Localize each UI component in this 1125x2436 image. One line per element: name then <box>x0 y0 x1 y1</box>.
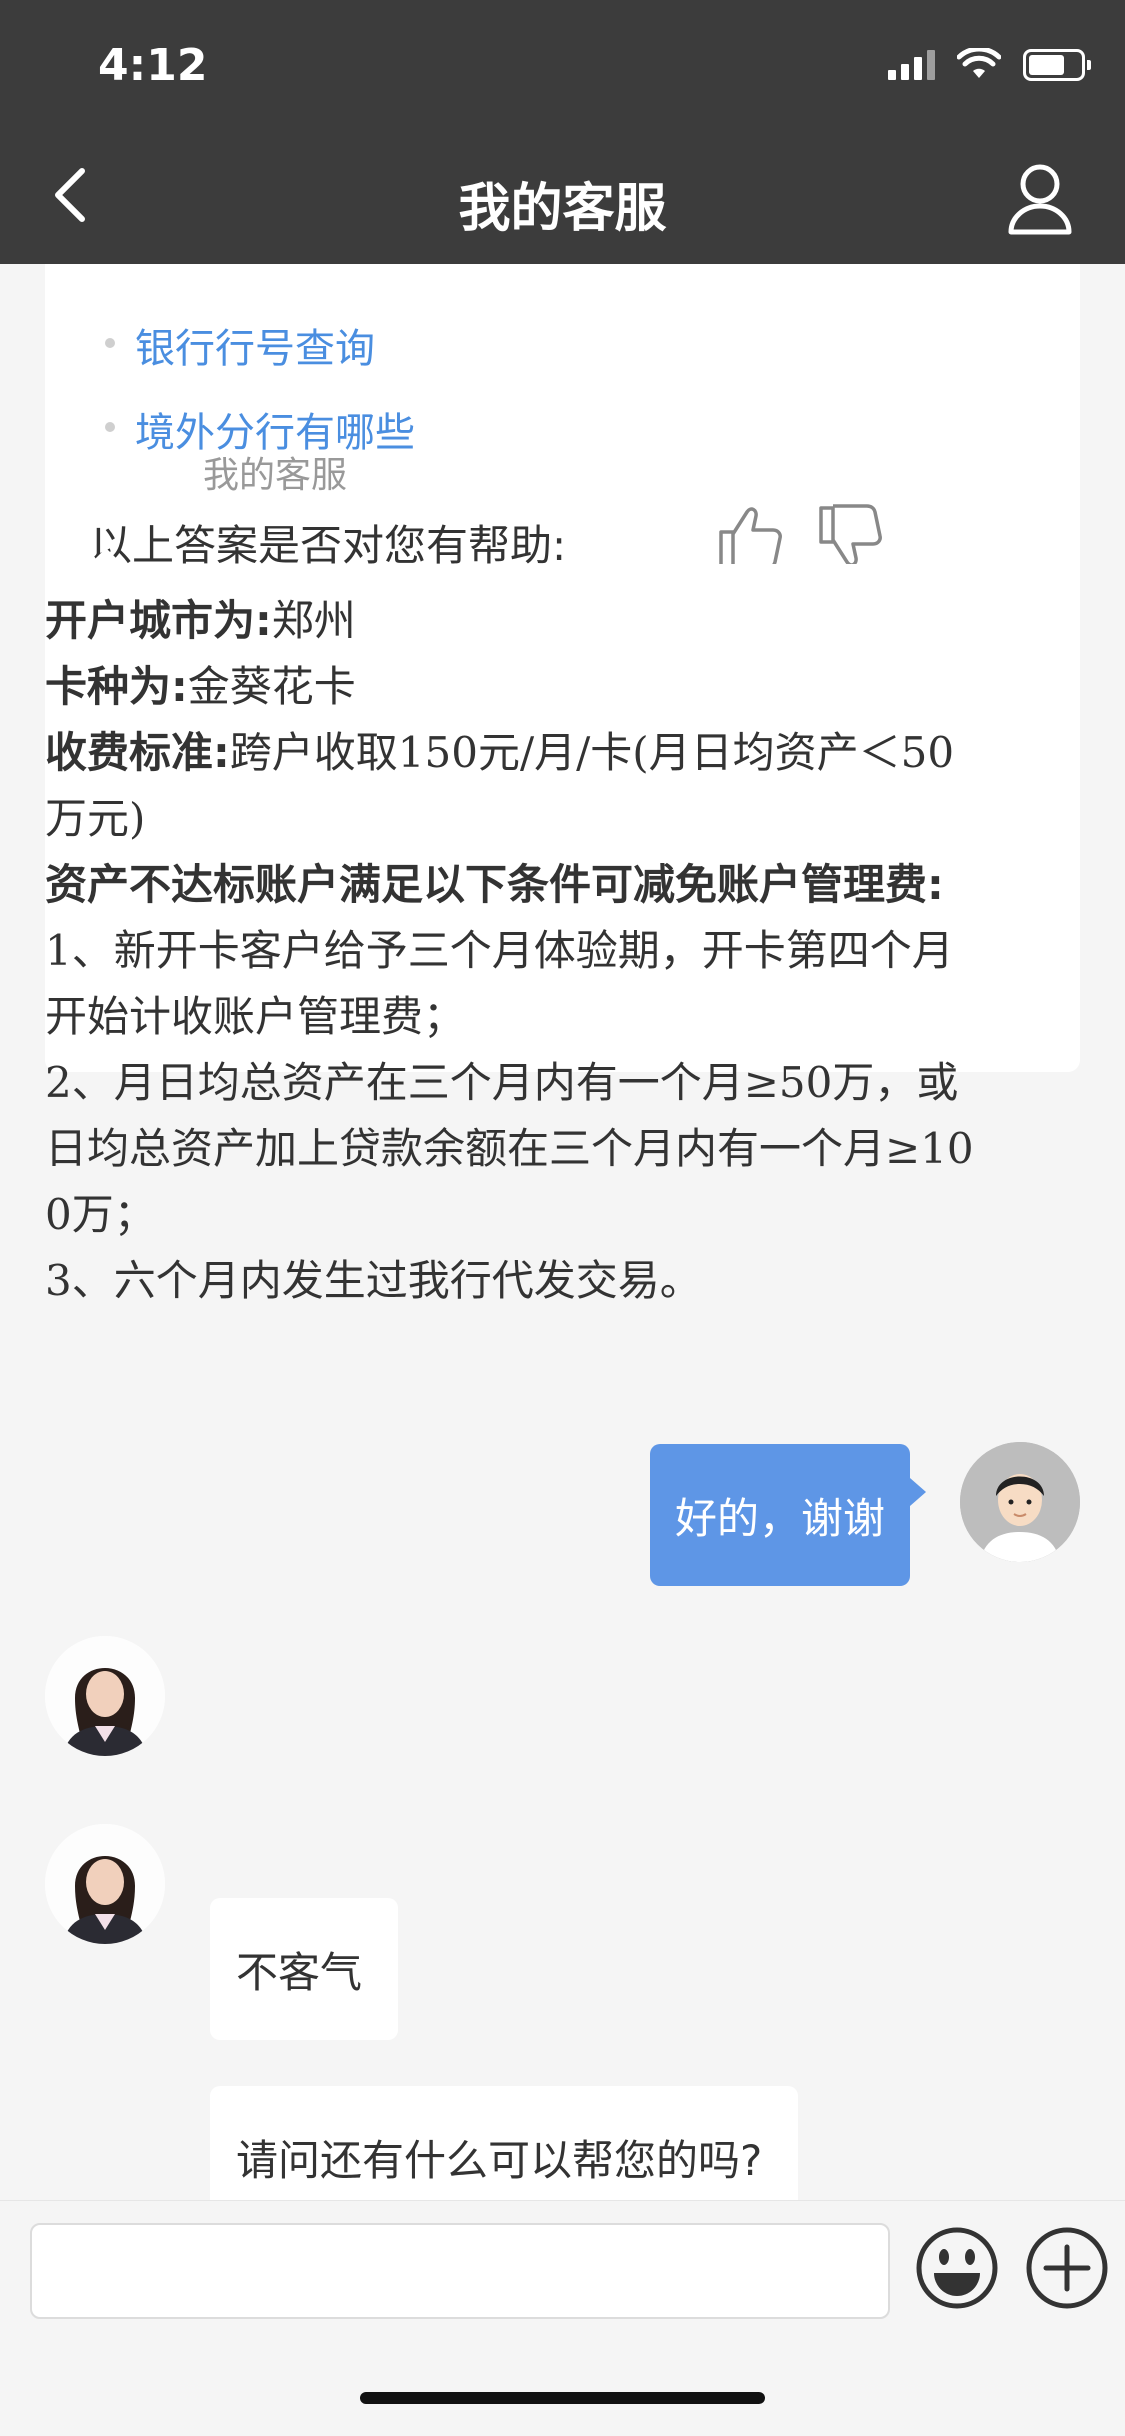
answer-card: 开户城市为:郑州 卡种为:金葵花卡 收费标准:跨户收取150元/月/卡(月日均资… <box>45 564 1080 1305</box>
answer-line: 1、新开卡客户给予三个月体验期，开卡第四个月 <box>45 926 954 975</box>
bubble-notch <box>90 548 122 564</box>
chat-area[interactable]: 银行业务查询 银行行号查询 境外分行有哪些 以上答案是否对您有帮助: 我的客服 … <box>0 264 1125 2200</box>
agent-message-bubble: 请问还有什么可以帮您的吗? <box>210 2086 799 2200</box>
faq-link-bank-number[interactable]: 银行行号查询 <box>105 316 375 374</box>
agent-message-bubble: 不客气 <box>210 1898 399 2040</box>
answer-line: 收费标准:跨户收取150元/月/卡(月日均资产＜50 <box>45 728 955 777</box>
thumbs-down-icon[interactable] <box>815 502 885 572</box>
page-title: 我的客服 <box>458 179 667 239</box>
answer-line: 2、月日均总资产在三个月内有一个月≥50万，或 <box>45 1058 959 1107</box>
profile-button[interactable] <box>1005 160 1075 236</box>
user-profile-icon <box>1008 164 1072 235</box>
agent-avatar <box>45 1636 165 1756</box>
header-bar: 4:12 我的客服 <box>0 0 1125 264</box>
user-avatar <box>960 1442 1080 1562</box>
message-input[interactable] <box>30 2223 890 2319</box>
agent-message-text: 不客气 <box>236 1947 363 1997</box>
emoji-button[interactable] <box>914 2225 1000 2311</box>
answer-line: 0万； <box>45 1190 156 1239</box>
answer-line: 开始计收账户管理费； <box>45 992 466 1041</box>
answer-line: 卡种为:金葵花卡 <box>45 662 356 711</box>
thumbs-up-icon[interactable] <box>715 502 785 572</box>
wifi-icon <box>957 48 1001 78</box>
answer-line: 万元) <box>45 794 146 843</box>
status-icons <box>888 48 1091 82</box>
agent-message-text: 请问还有什么可以帮您的吗? <box>236 2135 763 2185</box>
answer-line: 日均总资产加上贷款余额在三个月内有一个月≥10 <box>45 1124 974 1173</box>
home-indicator[interactable] <box>360 2392 765 2404</box>
user-message-text: 好的，谢谢 <box>674 1493 885 1543</box>
battery-icon <box>1023 49 1091 81</box>
answer-line: 3、六个月内发生过我行代发交易。 <box>45 1256 702 1305</box>
agent-avatar <box>45 1824 165 1944</box>
faq-link-hidden[interactable]: 银行业务查询 <box>135 264 375 272</box>
signal-icon <box>888 50 935 80</box>
answer-line: 开户城市为:郑州 <box>45 596 356 645</box>
user-message-bubble: 好的，谢谢 <box>650 1444 926 1586</box>
more-button[interactable] <box>1024 2225 1110 2311</box>
answer-line: 资产不达标账户满足以下条件可减免账户管理费: <box>45 860 944 909</box>
emoji-icon <box>916 2227 998 2309</box>
status-time: 4:12 <box>98 40 208 91</box>
agent-name: 我的客服 <box>203 455 348 496</box>
plus-icon <box>1026 2227 1108 2309</box>
